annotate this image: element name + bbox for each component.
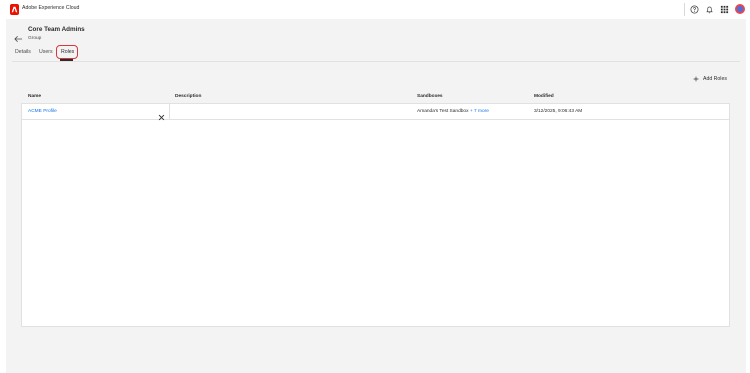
app-brand-name[interactable]: Adobe Experience Cloud bbox=[22, 5, 79, 11]
user-avatar[interactable] bbox=[735, 4, 745, 14]
column-header-sandboxes[interactable]: Sandboxes bbox=[417, 94, 443, 99]
adobe-logo-icon[interactable] bbox=[10, 4, 19, 15]
role-name-link[interactable]: ACME Profile bbox=[28, 109, 57, 114]
column-header-modified[interactable]: Modified bbox=[534, 94, 554, 99]
role-sandboxes: Amanda's Test Sandbox + 7 more bbox=[417, 109, 489, 114]
app-switcher-icon[interactable] bbox=[720, 5, 729, 14]
page-title: Core Team Admins bbox=[28, 26, 85, 33]
more-sandboxes-link[interactable]: + 7 more bbox=[470, 109, 489, 114]
page-subtitle: Group bbox=[28, 36, 42, 41]
back-arrow-icon[interactable] bbox=[14, 30, 23, 42]
role-modified: 3/12/2025, 9:06:43 AM bbox=[534, 109, 583, 114]
roles-table: ACME Profile Amanda's Test Sandbox + 7 m… bbox=[21, 103, 730, 327]
add-roles-label: Add Roles bbox=[703, 75, 727, 82]
column-header-description[interactable]: Description bbox=[175, 94, 201, 99]
sandbox-name: Amanda's Test Sandbox bbox=[417, 109, 469, 114]
add-roles-button[interactable]: Add Roles bbox=[693, 74, 727, 83]
table-row[interactable]: ACME Profile Amanda's Test Sandbox + 7 m… bbox=[22, 104, 729, 121]
cell-divider bbox=[169, 104, 170, 120]
notifications-icon[interactable] bbox=[705, 5, 714, 14]
topbar-divider bbox=[684, 3, 685, 16]
avatar-image bbox=[737, 6, 743, 12]
tab-users[interactable]: Users bbox=[39, 49, 53, 55]
roles-tab-highlight bbox=[56, 45, 78, 59]
help-icon[interactable] bbox=[690, 5, 699, 14]
plus-icon bbox=[693, 76, 699, 81]
tab-details[interactable]: Details bbox=[15, 49, 31, 55]
column-header-name[interactable]: Name bbox=[28, 94, 41, 99]
tabs-divider bbox=[12, 61, 740, 62]
remove-role-icon[interactable] bbox=[158, 108, 165, 121]
top-bar: Adobe Experience Cloud bbox=[0, 0, 750, 19]
